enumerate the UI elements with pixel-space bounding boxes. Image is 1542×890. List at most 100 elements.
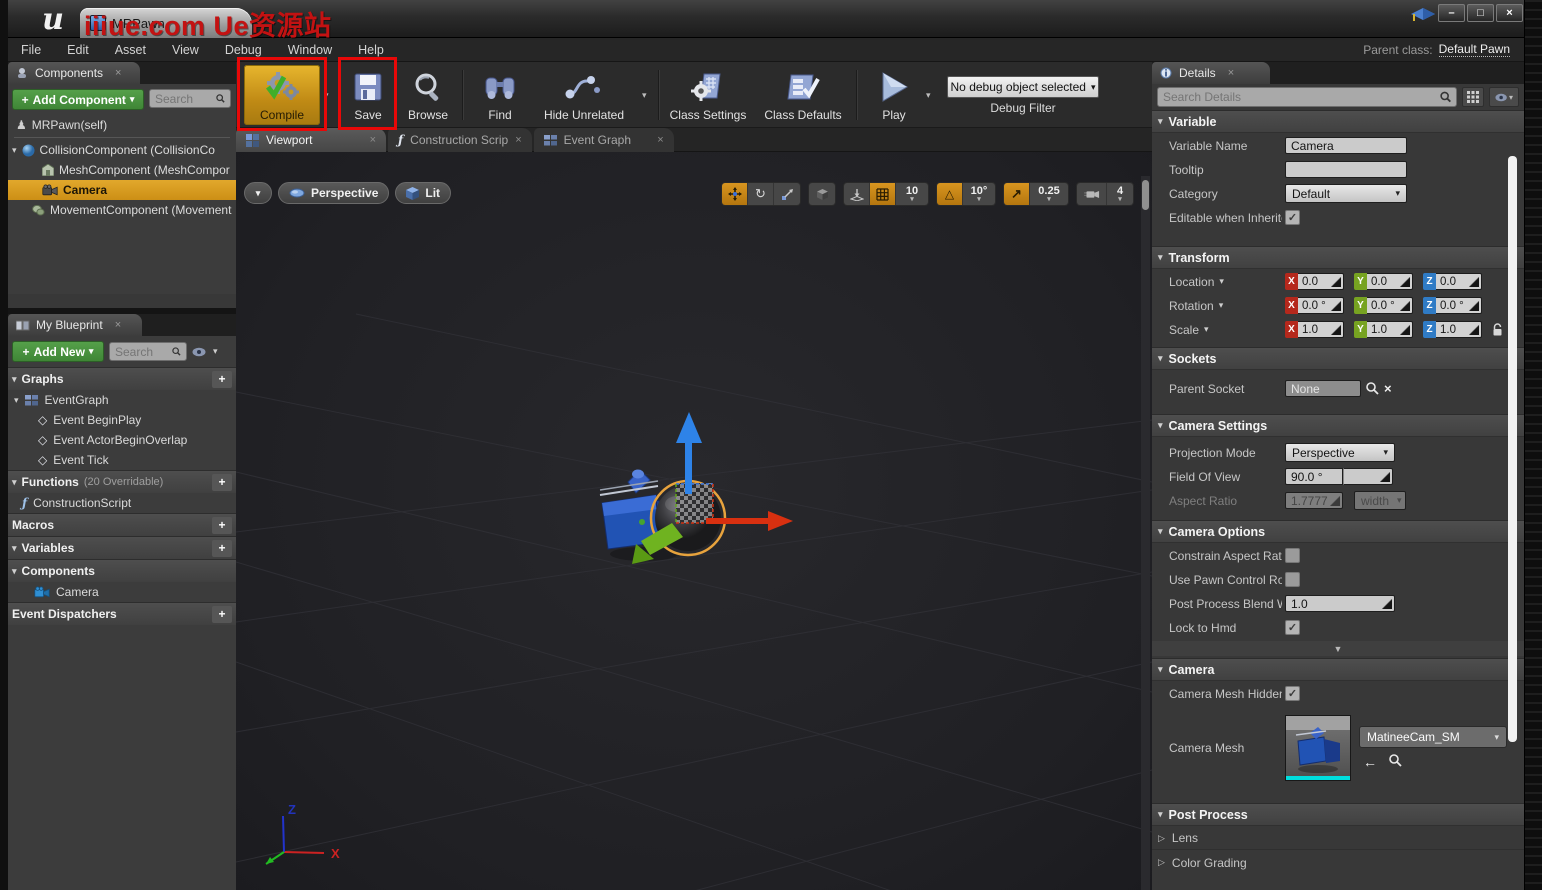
socket-clear-icon[interactable]: × — [1384, 381, 1392, 396]
details-search[interactable] — [1157, 87, 1457, 107]
camera-speed-button[interactable] — [1077, 183, 1107, 205]
rotation-z-field[interactable]: Z0.0 ° — [1423, 297, 1482, 314]
location-y-field[interactable]: Y0.0 — [1354, 273, 1413, 290]
hide-unrelated-caret[interactable]: ▾ — [642, 90, 647, 101]
scale-snap-toggle[interactable]: ↗ — [1004, 183, 1030, 205]
section-sockets[interactable]: ▾ Sockets — [1152, 347, 1524, 370]
section-event-dispatchers[interactable]: Event Dispatchers + — [8, 602, 236, 625]
parent-socket-field[interactable]: None — [1285, 380, 1361, 397]
play-options-caret[interactable]: ▾ — [926, 90, 931, 101]
menu-window[interactable]: Window — [275, 38, 345, 61]
save-button[interactable]: Save — [342, 65, 394, 125]
browse-to-asset-icon[interactable] — [1389, 754, 1402, 767]
close-button[interactable]: × — [1496, 4, 1523, 22]
editable-checkbox[interactable]: ✓ — [1285, 210, 1300, 225]
tab-details[interactable]: Details × — [1152, 62, 1270, 84]
class-defaults-button[interactable]: Class Defaults — [758, 65, 848, 125]
fov-slider-field[interactable] — [1343, 468, 1393, 485]
section-functions[interactable]: ▾ Functions (20 Overridable) + — [8, 470, 236, 493]
item-event-graph[interactable]: ▾ EventGraph — [8, 390, 236, 410]
add-variable-button[interactable]: + — [212, 540, 232, 557]
add-function-button[interactable]: + — [212, 474, 232, 491]
menu-debug[interactable]: Debug — [212, 38, 275, 61]
section-graphs[interactable]: ▾ Graphs + — [8, 367, 236, 390]
debug-object-dropdown[interactable]: No debug object selected ▾ — [947, 76, 1099, 98]
details-view-options-button[interactable]: ▾ — [1489, 87, 1519, 107]
viewport-scroll-handle[interactable] — [1142, 180, 1149, 210]
viewport-options-button[interactable]: ▾ — [244, 182, 272, 204]
tree-row-movement-component[interactable]: MovementComponent (Movement — [8, 200, 236, 220]
item-event-actorbeginoverlap[interactable]: ◇ Event ActorBeginOverlap — [8, 430, 236, 450]
eye-options-caret[interactable]: ▾ — [213, 346, 218, 357]
menu-edit[interactable]: Edit — [54, 38, 102, 61]
perspective-button[interactable]: Perspective — [278, 182, 389, 204]
rotation-x-field[interactable]: X0.0 ° — [1285, 297, 1344, 314]
row-lens[interactable]: ▷ Lens — [1152, 827, 1524, 850]
section-transform[interactable]: ▾ Transform — [1152, 246, 1524, 269]
grid-snap-value-button[interactable]: 10 ▾ — [896, 183, 928, 205]
item-event-tick[interactable]: ◇ Event Tick — [8, 450, 236, 470]
tree-row-camera-selected[interactable]: Camera — [8, 180, 236, 200]
menu-help[interactable]: Help — [345, 38, 397, 61]
add-graph-button[interactable]: + — [212, 371, 232, 388]
camera-mesh-thumbnail[interactable] — [1285, 715, 1351, 781]
class-settings-button[interactable]: Class Settings — [666, 65, 750, 125]
section-camera-settings[interactable]: ▾ Camera Settings — [1152, 414, 1524, 437]
scale-lock-icon[interactable] — [1492, 323, 1503, 337]
add-macro-button[interactable]: + — [212, 517, 232, 534]
close-tab-icon[interactable]: × — [115, 319, 121, 331]
components-search[interactable] — [149, 89, 231, 108]
section-variable[interactable]: ▾ Variable — [1152, 110, 1524, 133]
section-post-process[interactable]: ▾ Post Process — [1152, 803, 1524, 826]
fov-field[interactable]: 90.0 ° — [1285, 468, 1343, 485]
my-blueprint-search-input[interactable] — [115, 345, 168, 359]
section-macros[interactable]: Macros + — [8, 513, 236, 536]
use-pawn-checkbox[interactable] — [1285, 572, 1300, 587]
use-selected-arrow-icon[interactable]: ← — [1363, 754, 1377, 770]
advanced-expander-button[interactable]: ▼ — [1152, 641, 1524, 656]
maximize-button[interactable]: □ — [1467, 4, 1494, 22]
lit-button[interactable]: Lit — [395, 182, 451, 204]
section-components-vars[interactable]: ▾ Components — [8, 559, 236, 582]
socket-search-icon[interactable] — [1366, 382, 1379, 395]
caret-down-icon[interactable]: ▾ — [1204, 324, 1209, 335]
item-construction-script[interactable]: ƒ ConstructionScript — [8, 493, 236, 513]
tree-row-collision-component[interactable]: ▾ CollisionComponent (CollisionCo — [8, 140, 236, 160]
details-scrollbar[interactable] — [1508, 156, 1517, 742]
scale-snap-value-button[interactable]: 0.25 ▾ — [1030, 183, 1068, 205]
rotation-snap-value-button[interactable]: 10° ▾ — [963, 183, 995, 205]
expand-caret-icon[interactable]: ▾ — [12, 145, 17, 156]
scale-tool-button[interactable] — [774, 183, 800, 205]
mesh-hidden-checkbox[interactable]: ✓ — [1285, 686, 1300, 701]
compile-button[interactable]: Compile — [244, 65, 320, 125]
graduation-cap-icon[interactable] — [1410, 6, 1436, 26]
camera-speed-value-button[interactable]: 4 ▾ — [1107, 183, 1133, 205]
section-camera-options[interactable]: ▾ Camera Options — [1152, 520, 1524, 543]
visibility-eye-icon[interactable] — [192, 347, 208, 357]
caret-down-icon[interactable]: ▾ — [1219, 300, 1224, 311]
close-tab-icon[interactable]: × — [515, 134, 521, 146]
components-search-input[interactable] — [155, 92, 212, 106]
lock-hmd-checkbox[interactable]: ✓ — [1285, 620, 1300, 635]
add-component-button[interactable]: + Add Component ▾ — [12, 89, 144, 110]
location-x-field[interactable]: X0.0 — [1285, 273, 1344, 290]
close-tab-icon[interactable]: × — [1228, 67, 1234, 79]
close-tab-icon[interactable]: × — [370, 134, 376, 146]
play-button[interactable]: Play — [870, 65, 918, 125]
details-search-input[interactable] — [1163, 90, 1436, 104]
projection-mode-dropdown[interactable]: Perspective ▾ — [1285, 443, 1395, 462]
hide-unrelated-button[interactable]: Hide Unrelated — [532, 65, 636, 125]
section-camera[interactable]: ▾ Camera — [1152, 658, 1524, 681]
menu-file[interactable]: File — [8, 38, 54, 61]
tab-components[interactable]: Components × — [8, 62, 140, 84]
tree-row-mesh-component[interactable]: MeshComponent (MeshCompor — [8, 160, 236, 180]
tooltip-field[interactable] — [1285, 161, 1407, 178]
item-camera-variable[interactable]: Camera — [8, 582, 236, 602]
tree-row-mrpawn-self[interactable]: ♟ MRPawn(self) — [8, 115, 236, 135]
move-tool-button[interactable] — [722, 183, 748, 205]
tab-my-blueprint[interactable]: My Blueprint × — [8, 314, 142, 336]
compile-options-caret[interactable]: ▾ — [324, 90, 329, 101]
close-tab-icon[interactable]: × — [657, 134, 663, 146]
expand-caret-icon[interactable]: ▾ — [14, 395, 19, 406]
minimize-button[interactable]: – — [1438, 4, 1465, 22]
